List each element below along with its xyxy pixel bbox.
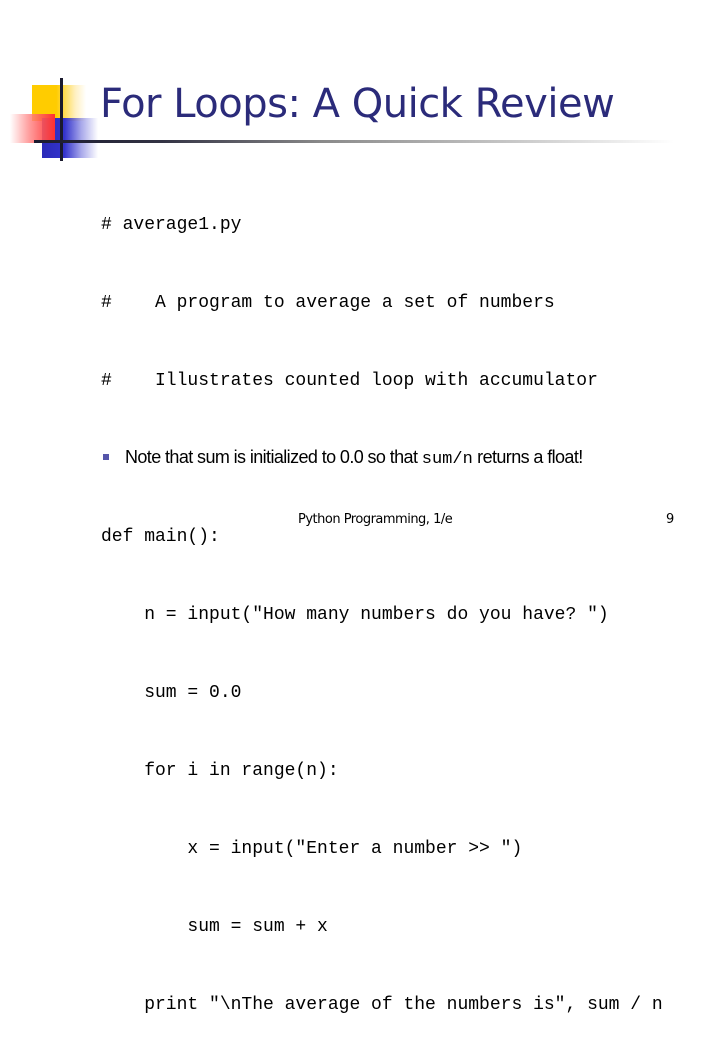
code-line: # A program to average a set of numbers (101, 293, 555, 313)
bullet-text-after: returns a float! (472, 447, 583, 467)
code-line: sum = 0.0 (101, 683, 242, 703)
bullet-item: Note that sum is initialized to 0.0 so t… (103, 444, 583, 473)
footer-title: Python Programming, 1/e (298, 512, 453, 527)
code-line: # average1.py (101, 215, 242, 235)
code-line: n = input("How many numbers do you have?… (101, 605, 609, 625)
slide-title: For Loops: A Quick Review (100, 81, 615, 127)
code-line: x = input("Enter a number >> ") (101, 839, 523, 859)
page-number: 9 (666, 512, 675, 527)
code-line: # Illustrates counted loop with accumula… (101, 371, 598, 391)
square-bullet-icon (103, 454, 109, 461)
code-block: # average1.py # A program to average a s… (101, 160, 663, 1044)
title-underline-rule (34, 140, 674, 143)
vertical-rule (60, 78, 63, 161)
bullet-inline-code: sum/n (421, 450, 473, 469)
code-line: print "\nThe average of the numbers is",… (101, 995, 663, 1015)
bullet-text-before: Note that sum is initialized to 0.0 so t… (125, 447, 422, 467)
red-square-decoration (10, 114, 55, 143)
code-line: sum = sum + x (101, 917, 328, 937)
code-line: for i in range(n): (101, 761, 339, 781)
code-line: def main(): (101, 527, 220, 547)
